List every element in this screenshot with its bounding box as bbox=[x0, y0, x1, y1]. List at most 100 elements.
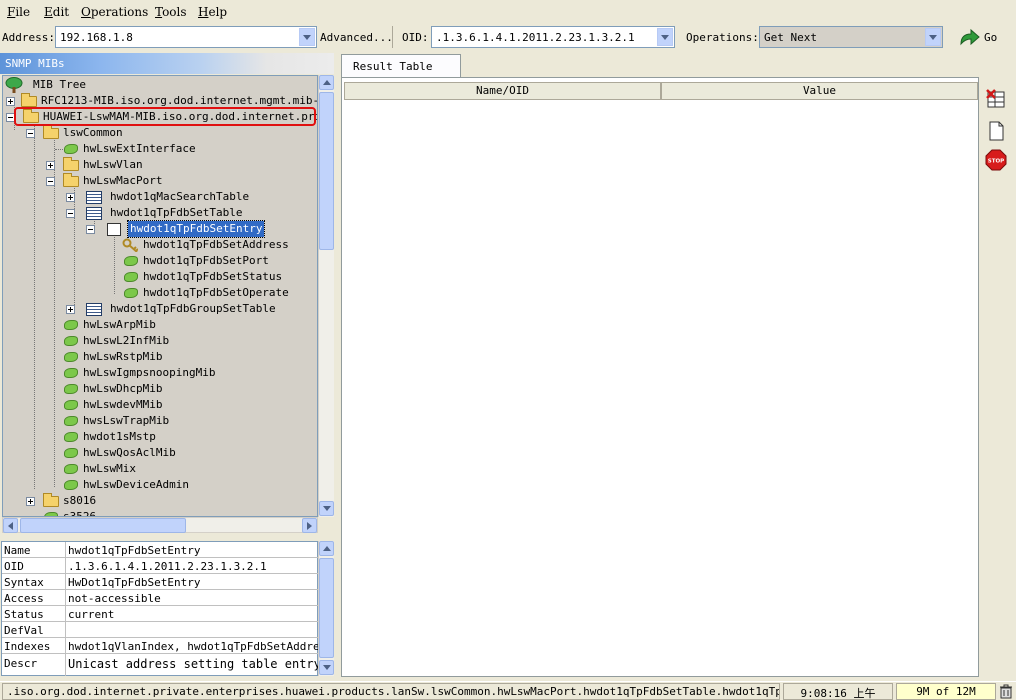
tree-node[interactable]: hwdot1qTpFdbSetAddress bbox=[3, 237, 317, 253]
tree-node[interactable]: hwLswMix bbox=[3, 461, 317, 477]
property-row: Indexes hwdot1qVlanIndex, hwdot1qTpFdbSet… bbox=[2, 638, 333, 654]
snmp-mibs-header: SNMP MIBs bbox=[0, 53, 334, 74]
tree-node-label: hwdot1qMacSearchTable bbox=[110, 190, 250, 203]
tree-node[interactable]: s3526 bbox=[3, 509, 317, 516]
tree-node[interactable]: hwLswDhcpMib bbox=[3, 381, 317, 397]
garbage-collect-button[interactable] bbox=[999, 684, 1015, 700]
collapse-icon[interactable] bbox=[46, 177, 55, 186]
leaf-icon bbox=[64, 368, 78, 378]
tree-node-label: hwLswArpMib bbox=[83, 318, 156, 331]
expand-icon[interactable] bbox=[66, 193, 75, 202]
expand-icon[interactable] bbox=[6, 97, 15, 106]
tree-node[interactable]: s8016 bbox=[3, 493, 317, 509]
tree-node[interactable]: hwLswdevMMib bbox=[3, 397, 317, 413]
collapse-icon[interactable] bbox=[26, 129, 35, 138]
oid-combo[interactable]: .1.3.6.1.4.1.2011.2.23.1.3.2.1 bbox=[431, 26, 675, 48]
tree-node-selected[interactable]: hwdot1qTpFdbSetEntry bbox=[3, 220, 317, 238]
tree-node[interactable]: hwdot1qTpFdbSetOperate bbox=[3, 285, 317, 301]
chevron-down-icon[interactable] bbox=[925, 28, 941, 46]
tree-node-label: hwLswMacPort bbox=[83, 174, 163, 187]
advanced-button[interactable]: Advanced... bbox=[320, 31, 393, 44]
tree-node[interactable]: hwLswMacPort bbox=[3, 173, 317, 189]
table-icon bbox=[86, 303, 102, 316]
tree-node[interactable]: hwLswQosAclMib bbox=[3, 445, 317, 461]
tree-node[interactable]: hwLswVlan bbox=[3, 157, 317, 173]
expand-icon[interactable] bbox=[46, 161, 55, 170]
oid-label: OID: bbox=[402, 31, 429, 44]
column-header-name-oid[interactable]: Name/OID bbox=[344, 82, 661, 100]
entry-icon bbox=[107, 223, 121, 236]
scroll-down-icon[interactable] bbox=[319, 501, 334, 516]
stop-button[interactable]: STOP bbox=[985, 149, 1007, 171]
tree-node[interactable]: hwdot1qTpFdbSetPort bbox=[3, 253, 317, 269]
menu-edit[interactable]: Edit bbox=[44, 5, 69, 19]
menu-help[interactable]: Help bbox=[198, 5, 227, 19]
column-header-value[interactable]: Value bbox=[661, 82, 978, 100]
tree-node[interactable]: hwdot1qTpFdbSetTable bbox=[3, 205, 317, 221]
panel-splitter[interactable] bbox=[335, 53, 340, 677]
scroll-right-icon[interactable] bbox=[302, 518, 317, 533]
address-value[interactable]: 192.168.1.8 bbox=[60, 31, 133, 44]
scroll-up-icon[interactable] bbox=[319, 75, 334, 90]
scroll-thumb[interactable] bbox=[20, 518, 186, 533]
oid-value[interactable]: .1.3.6.1.4.1.2011.2.23.1.3.2.1 bbox=[436, 31, 635, 44]
tree-node-label: hwLswDeviceAdmin bbox=[83, 478, 189, 491]
property-key: DefVal bbox=[4, 624, 44, 637]
tree-node[interactable]: hwdot1qTpFdbSetStatus bbox=[3, 269, 317, 285]
go-arrow-icon bbox=[960, 28, 980, 46]
expand-icon[interactable] bbox=[66, 305, 75, 314]
clear-table-button[interactable] bbox=[985, 88, 1007, 110]
menu-file[interactable]: File bbox=[7, 5, 30, 19]
tree-vscrollbar[interactable] bbox=[318, 75, 334, 517]
tree-node-label: hwLswDhcpMib bbox=[83, 382, 163, 395]
tree-hscrollbar[interactable] bbox=[2, 517, 318, 533]
svg-text:STOP: STOP bbox=[988, 159, 1004, 165]
tree-node[interactable]: lswCommon bbox=[3, 125, 317, 141]
tree-node[interactable]: hwLswL2InfMib bbox=[3, 333, 317, 349]
tree-node[interactable]: hwdot1qMacSearchTable bbox=[3, 189, 317, 205]
scroll-left-icon[interactable] bbox=[3, 518, 18, 533]
expand-icon[interactable] bbox=[26, 497, 35, 506]
tree-node[interactable]: hwdot1qTpFdbGroupSetTable bbox=[3, 301, 317, 317]
table-icon bbox=[86, 191, 102, 204]
tab-result-table[interactable]: Result Table bbox=[341, 54, 461, 77]
property-row: Name hwdot1qTpFdbSetEntry bbox=[2, 542, 318, 558]
tree-node-label: hwLswL2InfMib bbox=[83, 334, 170, 347]
properties-vscrollbar[interactable] bbox=[318, 541, 334, 676]
scroll-thumb[interactable] bbox=[319, 558, 334, 658]
folder-icon bbox=[63, 157, 79, 171]
leaf-icon bbox=[64, 320, 78, 330]
tree-node[interactable]: hwLswIgmpsnoopingMib bbox=[3, 365, 317, 381]
tree-node[interactable]: hwLswArpMib bbox=[3, 317, 317, 333]
menu-tools[interactable]: Tools bbox=[155, 5, 187, 19]
tree-node[interactable]: hwLswExtInterface bbox=[3, 141, 317, 157]
tree-root-label: MIB Tree bbox=[33, 78, 86, 91]
property-row: Status current bbox=[2, 606, 318, 622]
result-table[interactable]: Name/OID Value bbox=[341, 77, 979, 677]
clear-table-icon bbox=[986, 89, 1005, 108]
tree-node[interactable]: hwsLswTrapMib bbox=[3, 413, 317, 429]
chevron-down-icon[interactable] bbox=[299, 28, 315, 46]
go-button[interactable]: Go bbox=[958, 28, 1008, 48]
tree-node[interactable]: hwLswRstpMib bbox=[3, 349, 317, 365]
collapse-icon[interactable] bbox=[86, 225, 95, 234]
tree-node[interactable]: hwLswDeviceAdmin bbox=[3, 477, 317, 493]
tree-node-label: hwdot1qTpFdbSetAddress bbox=[143, 238, 289, 251]
chevron-down-icon[interactable] bbox=[657, 28, 673, 46]
collapse-icon[interactable] bbox=[66, 209, 75, 218]
address-combo[interactable]: 192.168.1.8 bbox=[55, 26, 317, 48]
menu-bar: File Edit Operations Tools Help bbox=[0, 0, 1016, 24]
menu-operations[interactable]: Operations bbox=[81, 5, 148, 19]
leaf-icon bbox=[64, 336, 78, 346]
scroll-down-icon[interactable] bbox=[319, 660, 334, 675]
tree-node[interactable]: hwdot1sMstp bbox=[3, 429, 317, 445]
tree-node-label: hwLswMix bbox=[83, 462, 136, 475]
mib-tree[interactable]: MIB Tree RFC1213-MIB.iso.org.dod.interne… bbox=[2, 75, 318, 517]
new-document-button[interactable] bbox=[985, 120, 1007, 142]
property-key: Name bbox=[4, 544, 31, 557]
scroll-thumb[interactable] bbox=[319, 92, 334, 250]
operations-select[interactable]: Get Next bbox=[759, 26, 943, 48]
operations-label: Operations: bbox=[686, 31, 759, 44]
scroll-up-icon[interactable] bbox=[319, 541, 334, 556]
status-path: .iso.org.dod.internet.private.enterprise… bbox=[2, 683, 780, 700]
